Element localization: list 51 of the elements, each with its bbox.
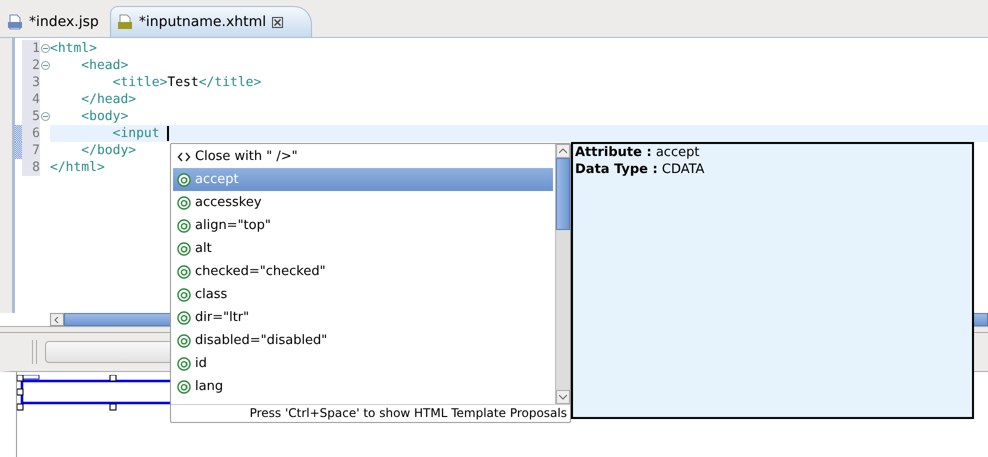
code-tag: <body> <box>50 108 128 125</box>
completion-item[interactable]: disabled="disabled" <box>173 329 553 352</box>
hint-text: Press 'Ctrl+Space' to show HTML Template Proposals <box>171 404 570 422</box>
text-cursor <box>166 126 169 141</box>
code-tag: <title> <box>50 74 168 91</box>
collapse-icon[interactable] <box>40 44 50 53</box>
editor-tab[interactable]: *index.jsp <box>0 6 110 37</box>
attribute-icon <box>177 380 191 394</box>
line-number: 4 <box>22 91 40 108</box>
attribute-icon <box>177 218 191 232</box>
attribute-icon <box>177 196 191 210</box>
info-line: Attribute : accept <box>575 144 700 161</box>
completion-item[interactable]: lang <box>173 375 553 398</box>
line-number: 3 <box>22 74 40 91</box>
collapse-icon[interactable] <box>40 112 50 121</box>
attribute-icon <box>177 264 191 278</box>
close-icon[interactable] <box>272 16 284 28</box>
completion-item[interactable]: align="top" <box>173 214 553 237</box>
attribute-icon <box>177 356 191 370</box>
completion-item[interactable]: class <box>173 283 553 306</box>
attribute-icon <box>177 242 191 256</box>
editor-tab[interactable]: *inputname.xhtml <box>110 6 312 37</box>
attribute-icon <box>177 334 191 348</box>
vertical-scrollbar[interactable] <box>555 144 570 404</box>
line-number: 8 <box>22 159 40 176</box>
jsp-file-icon <box>7 14 23 30</box>
code-tag: </html> <box>50 159 105 176</box>
line-number: 2 <box>22 57 40 74</box>
line-number: 1 <box>22 40 40 57</box>
completion-item[interactable]: accesskey <box>173 191 553 214</box>
line-number: 7 <box>22 142 40 159</box>
code-text: Test <box>167 74 199 91</box>
attribute-icon <box>177 172 191 186</box>
code-tag: </head> <box>50 91 136 108</box>
completion-item[interactable]: Close with " />" <box>173 145 553 168</box>
code-tag: <input <box>50 125 160 142</box>
line-number: 5 <box>22 108 40 125</box>
code-tag: </body> <box>50 142 136 159</box>
attribute-icon <box>177 310 191 324</box>
code-tag: </title> <box>198 74 262 91</box>
attribute-icon <box>177 288 191 302</box>
code-tag: <html> <box>50 40 97 57</box>
completion-item[interactable]: checked="checked" <box>173 260 553 283</box>
completion-item[interactable]: alt <box>173 237 553 260</box>
collapse-icon[interactable] <box>40 61 50 70</box>
completion-item[interactable]: dir="ltr" <box>173 306 553 329</box>
line-number: 6 <box>22 125 40 142</box>
code-tag: <head> <box>50 57 128 74</box>
completion-item[interactable]: id <box>173 352 553 375</box>
html-file-icon <box>116 14 133 30</box>
info-line: Data Type : CDATA <box>575 161 706 178</box>
